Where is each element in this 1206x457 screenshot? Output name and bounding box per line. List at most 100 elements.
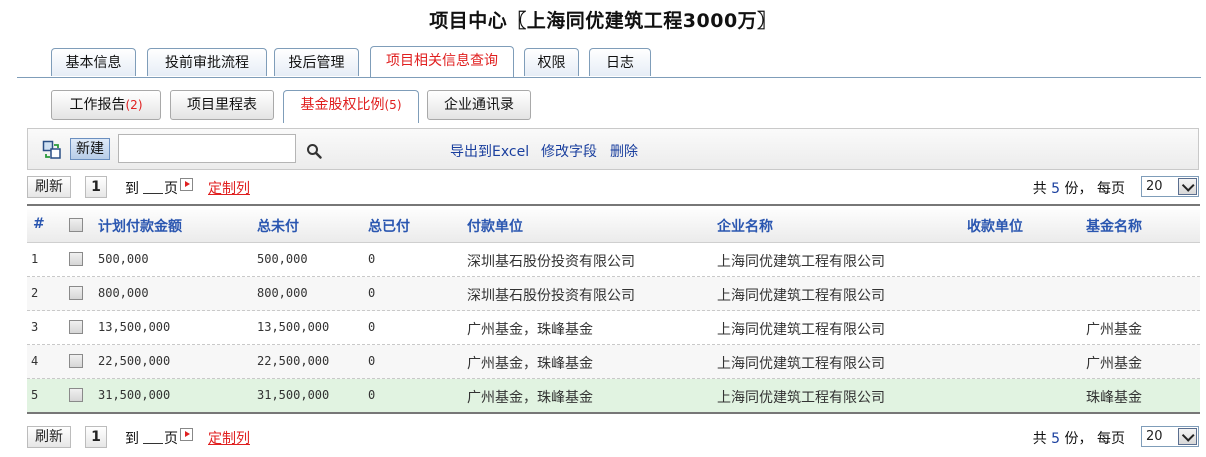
per-page-select[interactable]: 20 [1141,426,1199,447]
row-checkbox[interactable] [69,388,83,402]
tab-post-investment[interactable]: 投后管理 [274,48,359,76]
table-row[interactable]: 2 800,000 800,000 0 深圳基石股份投资有限公司 上海同优建筑工… [27,277,1200,311]
subtab-label: 企业通讯录 [444,97,514,113]
col-company[interactable]: 企业名称 [717,216,773,236]
total-suffix: 份， [1064,181,1093,197]
cell-unpaid: 13,500,000 [257,320,330,334]
tab-log[interactable]: 日志 [589,48,651,76]
delete-link[interactable]: 删除 [610,141,638,161]
per-page-select[interactable]: 20 [1141,176,1199,197]
table-header: # 计划付款金额 总未付 总已付 付款单位 企业名称 收款单位 基金名称 [27,206,1200,243]
row-index: 4 [31,354,39,368]
row-checkbox[interactable] [69,286,83,300]
cell-fund: 广州基金 [1086,322,1142,338]
subtab-label: 基金股权比例 [300,97,385,113]
pager-bottom: 刷新 1 到 页 定制列 共 5 份， 每页 20 [27,426,1199,450]
row-checkbox[interactable] [69,320,83,334]
refresh-button[interactable]: 刷新 [27,426,71,448]
cell-company: 上海同优建筑工程有限公司 [717,390,885,406]
tab-pre-investment-approval[interactable]: 投前审批流程 [147,48,267,76]
subtab-label: 工作报告 [69,97,126,113]
subtab-milestones[interactable]: 项目里程表 [170,90,274,120]
cell-company: 上海同优建筑工程有限公司 [717,288,885,304]
next-page-icon[interactable] [180,428,193,441]
total-prefix: 共 [1032,181,1047,197]
select-all-checkbox[interactable] [69,218,83,232]
col-payee[interactable]: 收款单位 [967,216,1023,236]
tab-project-info-query[interactable]: 项目相关信息查询 [370,46,514,77]
tab-basic-info[interactable]: 基本信息 [51,48,136,76]
page-title: 项目中心〖上海同优建筑工程3000万〗 [429,10,777,32]
cell-planned: 13,500,000 [98,320,171,334]
cell-fund: 珠峰基金 [1086,390,1142,406]
edit-fields-link[interactable]: 修改字段 [541,141,597,161]
custom-columns-link[interactable]: 定制列 [208,428,250,448]
cell-unpaid: 800,000 [257,286,308,300]
row-checkbox[interactable] [69,252,83,266]
cell-payer: 深圳基石股份投资有限公司 [467,254,635,270]
col-planned-amount[interactable]: 计划付款金额 [98,216,182,236]
toolbar: 新建 导出到Excel 修改字段 删除 [27,128,1199,170]
new-button[interactable]: 新建 [70,138,110,160]
goto-prefix: 到 [125,181,139,197]
cell-unpaid: 500,000 [257,252,308,266]
cell-paid: 0 [368,388,376,402]
table-row[interactable]: 3 13,500,000 13,500,000 0 广州基金，珠峰基金 上海同优… [27,311,1200,345]
cell-payer: 广州基金，珠峰基金 [467,322,593,338]
row-checkbox[interactable] [69,354,83,368]
row-index: 5 [31,388,39,402]
row-index: 3 [31,320,39,334]
cell-planned: 22,500,000 [98,354,171,368]
col-fund-name[interactable]: 基金名称 [1086,216,1142,236]
cell-paid: 0 [368,320,376,334]
subtab-company-directory[interactable]: 企业通讯录 [427,90,531,120]
total-suffix: 份， [1064,431,1093,447]
col-total-paid[interactable]: 总已付 [368,216,410,236]
table-row-selected[interactable]: 5 31,500,000 31,500,000 0 广州基金，珠峰基金 上海同优… [27,379,1200,414]
cell-planned: 800,000 [98,286,149,300]
next-page-icon[interactable] [180,178,193,191]
row-index: 2 [31,286,39,300]
subtab-work-report[interactable]: 工作报告(2) [51,90,161,120]
cell-paid: 0 [368,354,376,368]
per-page-value: 20 [1146,179,1163,194]
pager-top: 刷新 1 到 页 定制列 共 5 份， 每页 20 [27,176,1199,200]
main-tab-bar: 基本信息 投前审批流程 投后管理 项目相关信息查询 权限 日志 [17,46,1201,78]
export-excel-link[interactable]: 导出到Excel [450,141,529,161]
goto-page-field[interactable] [143,443,163,444]
goto-suffix: 页 [164,431,178,447]
col-index: # [33,216,45,232]
cell-unpaid: 22,500,000 [257,354,330,368]
col-payer[interactable]: 付款单位 [467,216,523,236]
chevron-down-icon[interactable] [1178,178,1197,195]
cell-planned: 500,000 [98,252,149,266]
subtab-label: 项目里程表 [187,97,257,113]
goto-suffix: 页 [164,181,178,197]
subtab-count: (5) [384,98,402,112]
chevron-down-icon[interactable] [1178,428,1197,445]
table-row[interactable]: 1 500,000 500,000 0 深圳基石股份投资有限公司 上海同优建筑工… [27,243,1200,277]
row-index: 1 [31,252,39,266]
current-page-button[interactable]: 1 [85,176,107,198]
data-table: # 计划付款金额 总未付 总已付 付款单位 企业名称 收款单位 基金名称 1 5… [27,204,1200,414]
total-count: 共 5 份， 每页 [1033,428,1125,448]
cell-planned: 31,500,000 [98,388,171,402]
custom-columns-link[interactable]: 定制列 [208,178,250,198]
goto-page-field[interactable] [143,193,163,194]
total-number: 5 [1051,431,1061,447]
cell-company: 上海同优建筑工程有限公司 [717,356,885,372]
tab-permissions[interactable]: 权限 [524,48,579,76]
cell-payer: 广州基金，珠峰基金 [467,390,593,406]
goto-prefix: 到 [125,431,139,447]
search-input[interactable] [118,134,296,163]
table-row[interactable]: 4 22,500,000 22,500,000 0 广州基金，珠峰基金 上海同优… [27,345,1200,379]
cell-unpaid: 31,500,000 [257,388,330,402]
col-total-unpaid[interactable]: 总未付 [257,216,299,236]
current-page-button[interactable]: 1 [85,426,107,448]
subtab-fund-equity-ratio[interactable]: 基金股权比例(5) [283,90,419,123]
cell-company: 上海同优建筑工程有限公司 [717,254,885,270]
search-icon[interactable] [306,143,322,159]
refresh-link-icon[interactable] [42,140,62,160]
per-page-value: 20 [1146,429,1163,444]
refresh-button[interactable]: 刷新 [27,176,71,198]
